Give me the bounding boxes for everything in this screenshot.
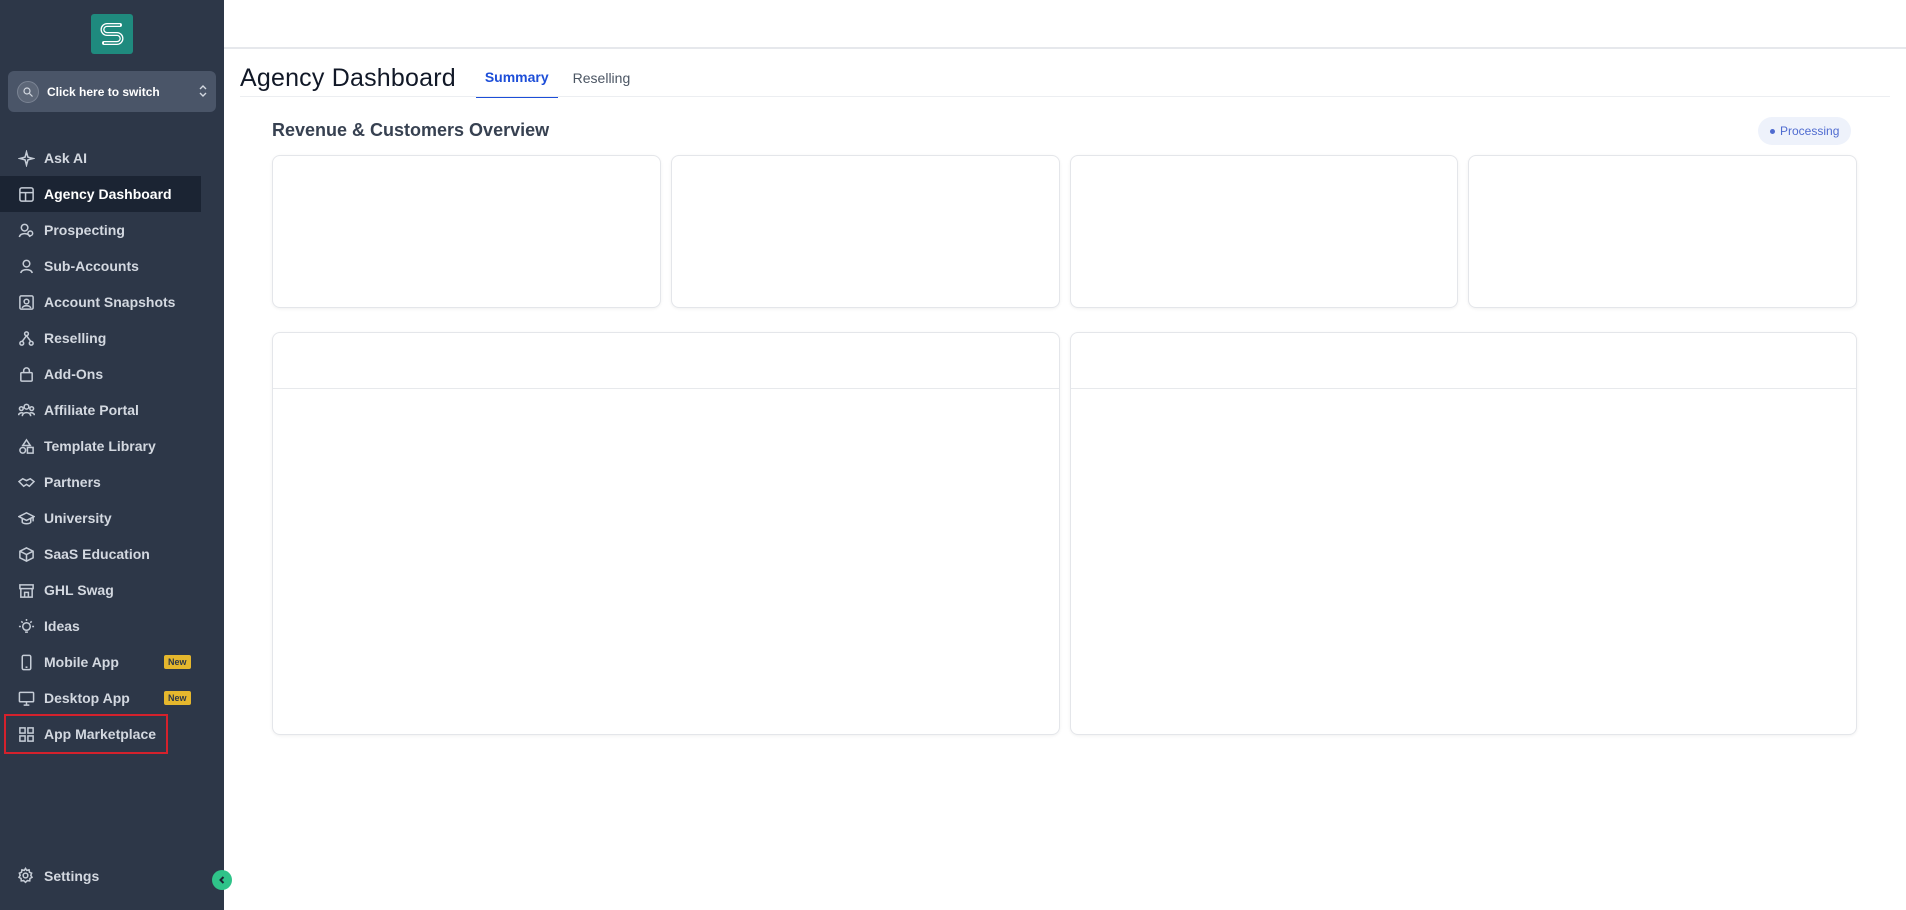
sidebar-item-label: Ask AI <box>44 150 88 166</box>
stat-card <box>1070 155 1458 308</box>
status-badge: Processing <box>1758 117 1852 145</box>
sidebar-item-label: Partners <box>44 474 101 490</box>
sidebar-item-ask-ai[interactable]: Ask AI <box>0 140 224 176</box>
sidebar-item-ghl-swag[interactable]: GHL Swag <box>0 572 224 608</box>
sidebar-item-label: SaaS Education <box>44 546 150 562</box>
sidebar-item-label: Agency Dashboard <box>44 186 172 202</box>
chevron-up-down-icon <box>199 85 207 97</box>
switch-account-icon <box>17 80 39 103</box>
page-tabs: Summary Reselling <box>475 58 645 98</box>
sidebar-item-label: Prospecting <box>44 222 125 238</box>
sidebar-item-label: Account Snapshots <box>44 294 176 310</box>
new-badge: New <box>164 691 191 705</box>
settings-label: Settings <box>44 868 100 884</box>
sidebar-item-label: Ideas <box>44 618 80 634</box>
sidebar-item-prospecting[interactable]: Prospecting <box>0 212 224 248</box>
sidebar-item-label: Template Library <box>44 438 156 454</box>
chevron-left-icon <box>219 876 225 884</box>
phone-icon <box>17 653 35 671</box>
gear-icon <box>17 866 35 885</box>
status-dot-icon <box>1770 128 1775 134</box>
sidebar-item-label: Affiliate Portal <box>44 402 139 418</box>
sparkle-icon <box>17 149 35 167</box>
page-title: Agency Dashboard <box>240 63 456 92</box>
graduation-cap-icon <box>17 509 35 527</box>
stat-card <box>1468 155 1857 308</box>
shapes-icon <box>17 437 35 455</box>
sidebar-item-label: Mobile App <box>44 654 119 670</box>
top-header <box>224 0 1906 49</box>
sidebar-item-add-ons[interactable]: Add-Ons <box>0 356 224 392</box>
stat-card <box>671 155 1060 308</box>
sidebar-item-label: Desktop App <box>44 690 130 706</box>
panel-header <box>273 333 1059 389</box>
sidebar-item-label: Sub-Accounts <box>44 258 139 274</box>
sidebar-item-reselling[interactable]: Reselling <box>0 320 224 356</box>
sidebar-item-account-snapshots[interactable]: Account Snapshots <box>0 284 224 320</box>
sidebar-item-app-marketplace[interactable]: App Marketplace <box>4 714 168 754</box>
collapse-sidebar-button[interactable] <box>212 870 232 890</box>
sidebar-item-settings[interactable]: Settings <box>0 858 224 894</box>
brand-logo[interactable] <box>91 14 133 54</box>
sidebar-item-partners[interactable]: Partners <box>0 464 224 500</box>
sidebar-item-label: Add-Ons <box>44 366 104 382</box>
sidebar-item-sub-accounts[interactable]: Sub-Accounts <box>0 248 224 284</box>
lightbulb-icon <box>17 617 35 635</box>
bag-icon <box>17 365 35 383</box>
grid-icon <box>17 725 35 743</box>
panel-header <box>1071 333 1856 389</box>
header-divider <box>240 96 1890 97</box>
sidebar-item-ideas[interactable]: Ideas <box>0 608 224 644</box>
sidebar-item-affiliate-portal[interactable]: Affiliate Portal <box>0 392 224 428</box>
sidebar-item-label: University <box>44 510 112 526</box>
sidebar-item-mobile-app[interactable]: Mobile App New <box>0 644 224 680</box>
reselling-icon <box>17 329 35 347</box>
stat-card <box>272 155 661 308</box>
tab-summary[interactable]: Summary <box>475 58 558 98</box>
prospecting-icon <box>17 221 35 239</box>
sidebar-item-label: App Marketplace <box>44 726 157 742</box>
sidebar-item-agency-dashboard[interactable]: Agency Dashboard <box>0 176 201 212</box>
store-icon <box>17 581 35 599</box>
box-icon <box>17 545 35 563</box>
users-icon <box>17 401 35 419</box>
monitor-icon <box>17 689 35 707</box>
page-header: Agency Dashboard Summary Reselling <box>240 58 645 98</box>
new-badge: New <box>164 655 191 669</box>
dashboard-icon <box>17 185 35 203</box>
user-icon <box>17 257 35 275</box>
sidebar-item-saas-education[interactable]: SaaS Education <box>0 536 224 572</box>
section-title: Revenue & Customers Overview <box>272 120 550 140</box>
sidebar-item-template-library[interactable]: Template Library <box>0 428 224 464</box>
switcher-label: Click here to switch <box>47 84 160 99</box>
sidebar-nav: Ask AI Agency Dashboard Prospecting Sub-… <box>0 140 224 754</box>
logo-s-icon <box>100 23 124 45</box>
handshake-icon <box>17 473 35 491</box>
overview-panel <box>272 332 1060 735</box>
sidebar-item-university[interactable]: University <box>0 500 224 536</box>
sidebar: Click here to switch Ask AI Agency Dashb… <box>0 0 224 910</box>
sidebar-item-label: GHL Swag <box>44 582 114 598</box>
sidebar-item-desktop-app[interactable]: Desktop App New <box>0 680 224 716</box>
account-switcher[interactable]: Click here to switch <box>8 71 216 112</box>
tab-reselling[interactable]: Reselling <box>564 58 640 98</box>
overview-panel <box>1070 332 1857 735</box>
sidebar-item-label: Reselling <box>44 330 107 346</box>
status-label: Processing <box>1780 124 1840 138</box>
snapshot-icon <box>17 293 35 311</box>
